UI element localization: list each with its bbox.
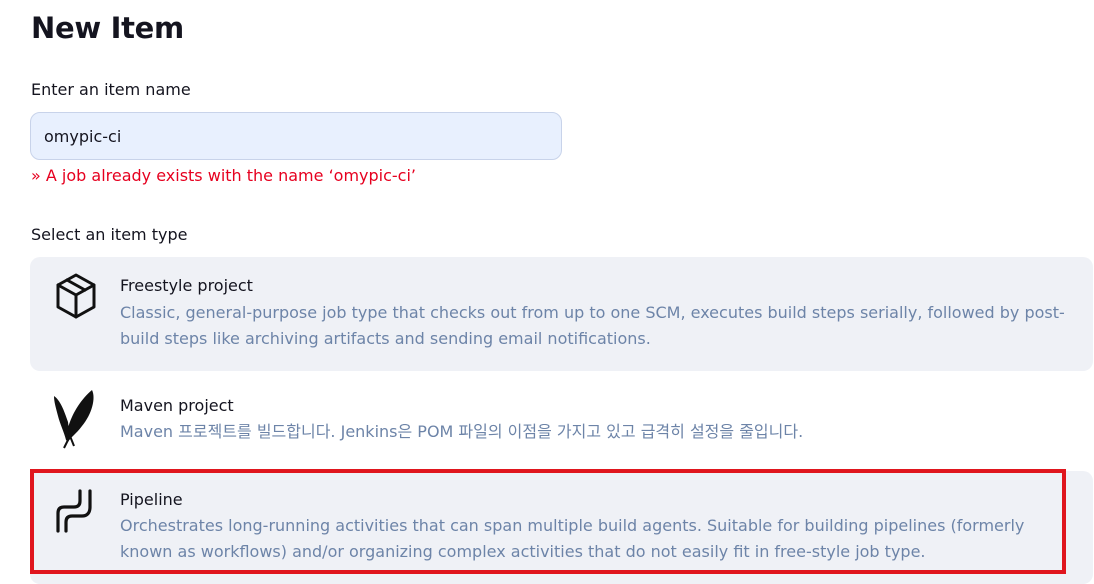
item-type-name: Freestyle project — [120, 276, 253, 295]
item-type-maven-project[interactable]: Maven project Maven 프로젝트를 빌드합니다. Jenkins… — [30, 382, 1093, 460]
item-name-label: Enter an item name — [31, 80, 191, 99]
package-icon — [52, 271, 100, 323]
item-type-description: Orchestrates long-running activities tha… — [120, 516, 1025, 561]
item-type-freestyle-project[interactable]: Freestyle project Classic, general-purpo… — [30, 257, 1093, 371]
item-type-name: Maven project — [120, 396, 234, 415]
pipeline-icon — [52, 489, 100, 541]
item-type-label: Select an item type — [31, 225, 188, 244]
item-type-pipeline[interactable]: Pipeline Orchestrates long-running activ… — [30, 471, 1093, 584]
item-name-error-message: » A job already exists with the name ‘om… — [31, 166, 416, 185]
item-type-description: Maven 프로젝트를 빌드합니다. Jenkins은 POM 파일의 이점을 … — [120, 422, 804, 441]
item-type-description: Classic, general-purpose job type that c… — [120, 303, 1065, 348]
page-title: New Item — [31, 11, 184, 45]
item-type-name: Pipeline — [120, 490, 183, 509]
item-name-input[interactable] — [30, 112, 562, 160]
maven-feather-icon — [52, 388, 100, 449]
new-item-page: New Item Enter an item name » A job alre… — [0, 0, 1094, 584]
